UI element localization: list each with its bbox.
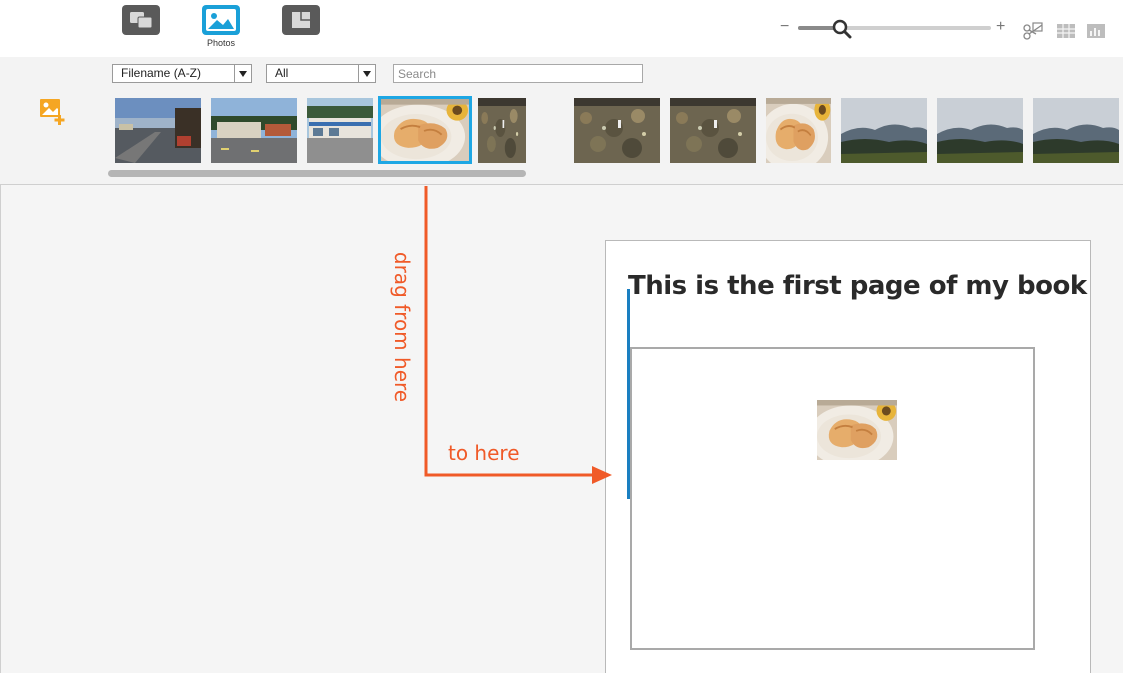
zoom-out-button[interactable]: − bbox=[780, 16, 789, 38]
photo-thumbnail[interactable] bbox=[937, 98, 1023, 163]
book-page[interactable]: This is the first page of my book bbox=[605, 240, 1091, 673]
photo-thumbnail[interactable] bbox=[574, 98, 660, 163]
photo-thumbnail[interactable] bbox=[478, 98, 526, 163]
photo-thumbnail[interactable] bbox=[307, 98, 373, 163]
page-title[interactable]: This is the first page of my book bbox=[628, 271, 1087, 301]
photo-thumbnail[interactable] bbox=[1033, 98, 1119, 163]
photo-frame[interactable] bbox=[630, 347, 1035, 650]
photo-thumbnail[interactable] bbox=[211, 98, 297, 163]
layouts-icon bbox=[122, 5, 160, 35]
photo-thumbnail[interactable] bbox=[841, 98, 927, 163]
layouts-mode-button[interactable] bbox=[121, 5, 161, 51]
photo-browser: Filename (A-Z) All bbox=[0, 57, 1123, 185]
zoom-slider-knob[interactable] bbox=[832, 19, 852, 39]
top-toolbar: Photos − + bbox=[0, 0, 1123, 57]
horizontal-scrollbar[interactable] bbox=[108, 168, 1123, 178]
scrollbar-thumb[interactable] bbox=[108, 170, 526, 177]
photos-mode-label: Photos bbox=[206, 38, 236, 48]
zoom-in-button[interactable]: + bbox=[996, 16, 1005, 38]
backgrounds-mode-button[interactable] bbox=[281, 5, 321, 51]
drop-to-label: to here bbox=[448, 441, 520, 465]
crop-tools-icon[interactable] bbox=[1022, 20, 1044, 42]
photos-icon bbox=[202, 5, 240, 35]
zoom-control: − + bbox=[780, 16, 1010, 40]
grid-view-icon[interactable] bbox=[1055, 20, 1077, 42]
photo-thumbnail[interactable] bbox=[115, 98, 201, 163]
photo-thumbnail[interactable] bbox=[378, 96, 472, 164]
page-canvas: This is the first page of my book bbox=[0, 185, 1123, 673]
thumbnail-strip bbox=[0, 57, 1123, 185]
backgrounds-icon bbox=[282, 5, 320, 35]
photo-thumbnail[interactable] bbox=[766, 98, 831, 163]
photos-mode-button[interactable]: Photos bbox=[201, 5, 241, 51]
zoom-slider-track[interactable] bbox=[798, 26, 991, 30]
photo-thumbnail[interactable] bbox=[670, 98, 756, 163]
stats-view-icon[interactable] bbox=[1085, 20, 1107, 42]
book-editor: Photos − + Filename (A-Z) All Search Thi… bbox=[0, 0, 1123, 673]
dragged-photo[interactable] bbox=[817, 400, 897, 460]
drag-from-label: drag from here bbox=[390, 251, 414, 403]
